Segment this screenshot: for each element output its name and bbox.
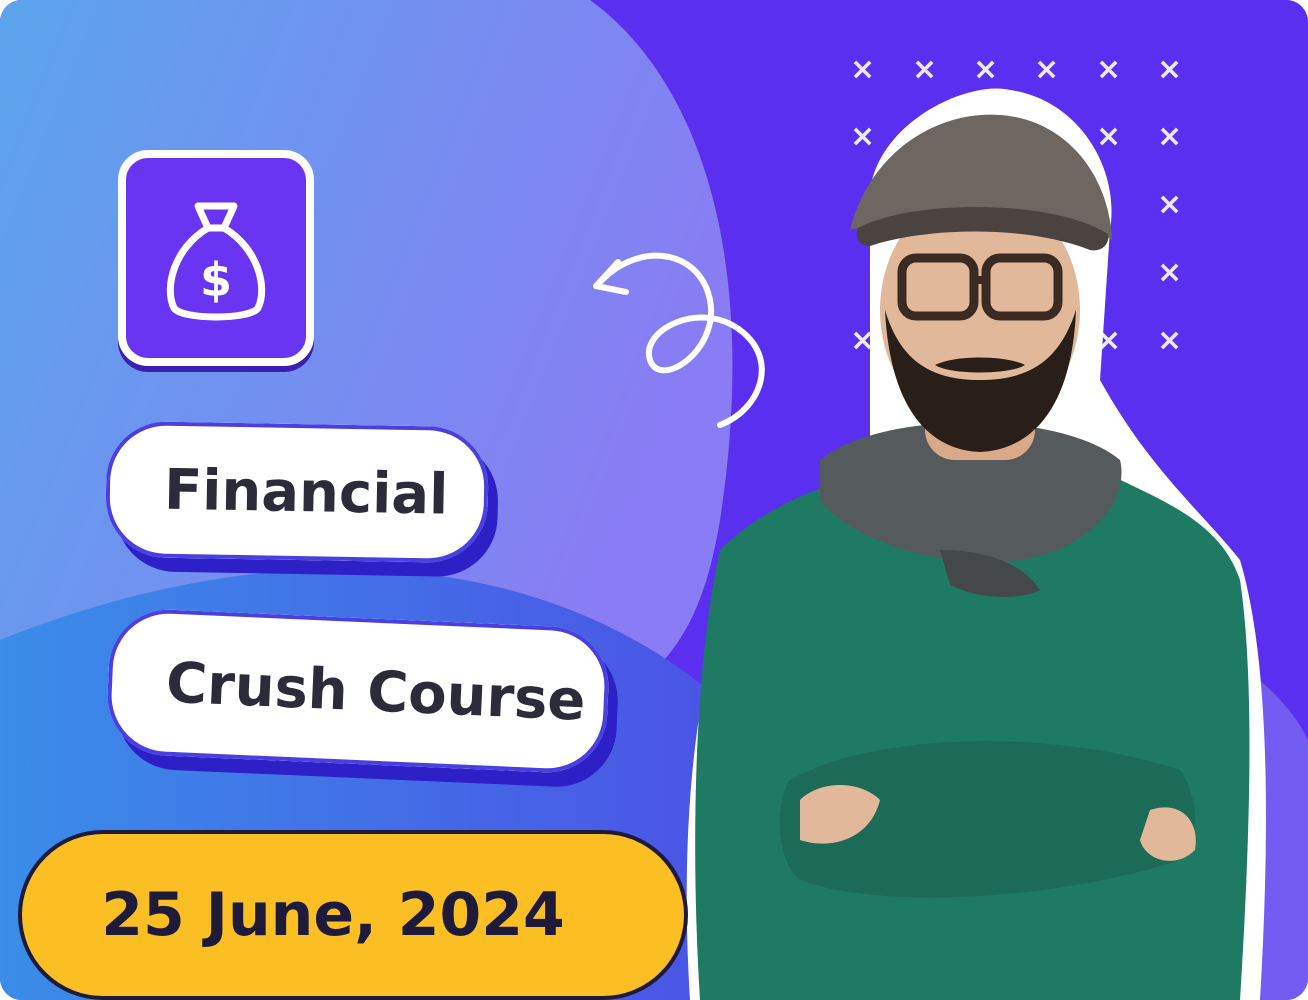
money-bag-tile: $ — [118, 150, 314, 366]
person-photo — [686, 88, 1266, 1000]
money-bag-dollar-icon: $ — [166, 202, 266, 321]
course-banner-card[interactable]: × × × × × × × × × × × × × × $ Financial … — [0, 0, 1308, 1000]
tag-pill-financial: Financial — [104, 420, 490, 564]
event-date: 25 June, 2024 — [101, 880, 565, 950]
tag-line-1: Financial — [163, 457, 449, 528]
svg-text:$: $ — [200, 253, 232, 307]
tag-pill-crush-course: Crush Course — [105, 607, 611, 775]
tag-line-2: Crush Course — [164, 650, 587, 734]
date-badge: 25 June, 2024 — [18, 830, 688, 1000]
